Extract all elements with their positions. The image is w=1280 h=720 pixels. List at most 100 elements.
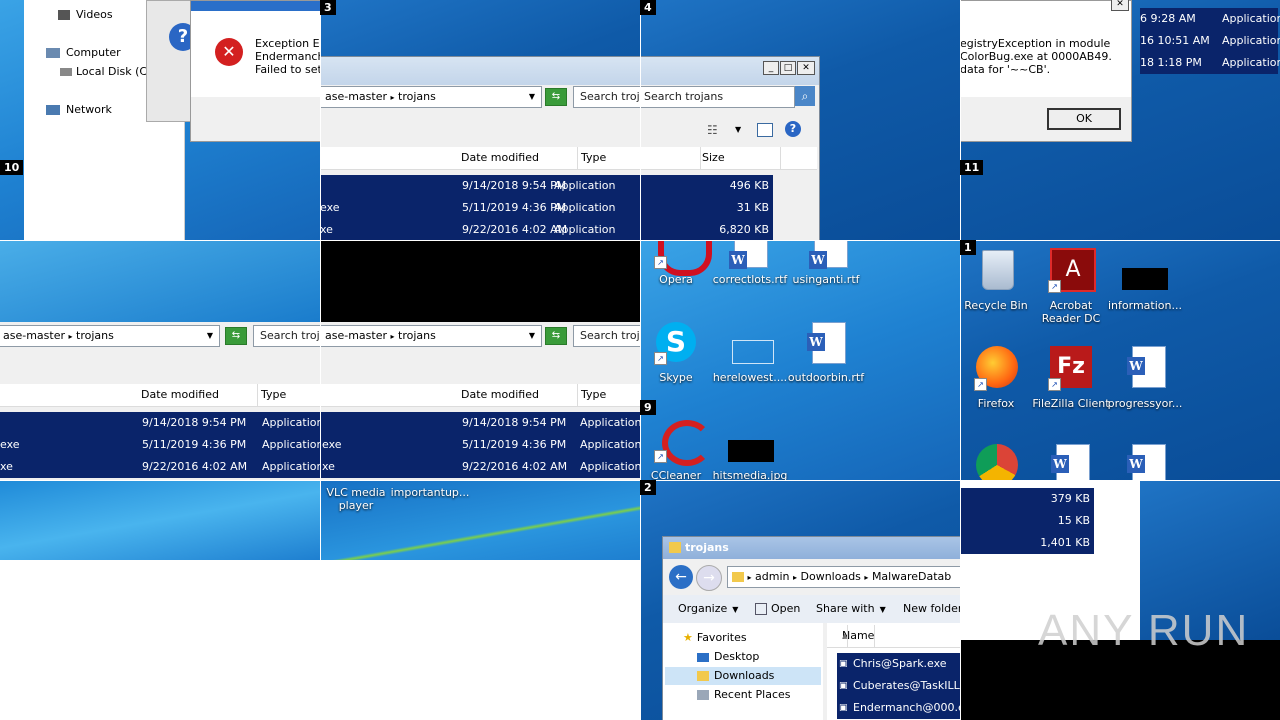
refresh-icon[interactable]: ⇆: [225, 327, 247, 345]
column-date-modified[interactable]: Date modified: [136, 384, 258, 406]
rtf-file-icon[interactable]: W: [807, 322, 846, 364]
table-row[interactable]: exe 5/11/2019 4:36 PM Application: [0, 434, 320, 456]
column-type[interactable]: Type: [576, 384, 640, 406]
table-row[interactable]: 9/14/2018 9:54 PM Application: [320, 412, 640, 434]
chevron-down-icon[interactable]: ▼: [529, 326, 535, 346]
nav-recent-places[interactable]: Recent Places: [697, 688, 791, 701]
desktop-icon-label[interactable]: VLC media player: [320, 486, 396, 512]
table-row[interactable]: 18 1:18 PM Application: [1140, 52, 1280, 74]
table-row[interactable]: 31 KB: [640, 197, 773, 219]
table-row[interactable]: 379 KB: [960, 488, 1094, 510]
refresh-icon[interactable]: ⇆: [545, 88, 567, 106]
tile-number: 11: [960, 160, 984, 175]
nav-item-network[interactable]: Network: [46, 103, 112, 116]
desktop-icon-label[interactable]: Skype: [640, 371, 716, 384]
close-button[interactable]: ✕: [1111, 0, 1129, 11]
chrome-icon[interactable]: [976, 444, 1018, 480]
error-text-line1: Exception ER: [255, 37, 320, 50]
column-date-modified[interactable]: Date modified: [456, 384, 578, 406]
help-icon[interactable]: ?: [785, 121, 801, 137]
table-row[interactable]: ▣ Endermanch@000.e: [837, 697, 960, 719]
view-options-icon[interactable]: ☷: [707, 123, 718, 137]
window-title: trojans: [685, 541, 729, 554]
close-button[interactable]: ✕: [797, 61, 815, 75]
table-row[interactable]: 6,820 KB: [640, 219, 773, 240]
search-icon[interactable]: ⌕: [795, 86, 815, 106]
table-row[interactable]: 1,401 KB: [960, 532, 1094, 554]
table-row[interactable]: exe 5/11/2019 4:36 PM Application: [320, 434, 640, 456]
desktop-icon-label[interactable]: importantup...: [390, 486, 470, 499]
desktop-icon-label[interactable]: information...: [1105, 299, 1185, 312]
address-bar[interactable]: ase-master ▸ trojans ▼: [320, 86, 542, 108]
search-input[interactable]: Search troja: [253, 325, 320, 347]
desktop-icon-label[interactable]: Recycle Bin: [960, 299, 1036, 312]
desktop-icon-label[interactable]: progressyor...: [1105, 397, 1185, 410]
forward-icon[interactable]: →: [696, 565, 722, 591]
column-name[interactable]: Name ▲: [827, 625, 960, 647]
share-with-button[interactable]: Share with ▼: [816, 602, 886, 615]
nav-item-videos[interactable]: Videos: [58, 8, 113, 21]
nav-desktop[interactable]: Desktop: [697, 650, 759, 663]
ok-button[interactable]: OK: [1047, 108, 1121, 130]
recycle-bin-icon[interactable]: [982, 250, 1014, 290]
nav-item-computer[interactable]: Computer: [46, 46, 121, 59]
blank-file-icon[interactable]: [732, 340, 774, 364]
column-type[interactable]: Type: [256, 384, 320, 406]
image-file-thumbnail[interactable]: [728, 440, 774, 462]
ccleaner-icon[interactable]: [662, 420, 712, 466]
table-row[interactable]: xe 9/22/2016 4:02 AM Application: [320, 219, 640, 240]
search-input[interactable]: Search trojans: [573, 86, 640, 108]
organize-button[interactable]: Organize ▼: [678, 602, 738, 615]
preview-pane-icon[interactable]: [757, 123, 773, 137]
desktop-icon-label[interactable]: herelowest....: [710, 371, 790, 384]
desktop-icon-label[interactable]: correctlots.rtf: [710, 273, 790, 286]
file-thumbnail[interactable]: [1122, 268, 1168, 290]
desktop-icon-label[interactable]: hitsmedia.jpg: [710, 469, 790, 480]
table-row[interactable]: xe 9/22/2016 4:02 AM Application: [320, 456, 640, 478]
back-icon[interactable]: ←: [669, 565, 693, 589]
table-row[interactable]: ▣ Cuberates@TaskILL: [837, 675, 960, 697]
column-size[interactable]: Size: [697, 147, 781, 169]
address-bar[interactable]: ▸ admin ▸ Downloads ▸ MalwareDatab: [727, 566, 960, 588]
desktop-icon-label[interactable]: Acrobat Reader DC: [1031, 299, 1111, 325]
rtf-file-icon[interactable]: W: [809, 240, 848, 269]
nav-item-local-disk[interactable]: Local Disk (C:): [60, 65, 155, 78]
search-input[interactable]: Search trojans: [640, 86, 795, 108]
table-row[interactable]: 15 KB: [960, 510, 1094, 532]
new-folder-button[interactable]: New folder: [903, 602, 960, 615]
desktop-icon-label[interactable]: Firefox: [960, 397, 1036, 410]
desktop-icon-label[interactable]: CCleaner: [640, 469, 716, 480]
desktop-icon-label[interactable]: outdoorbin.rtf: [786, 371, 866, 384]
desktop-icon-label[interactable]: usinganti.rtf: [786, 273, 866, 286]
word-file-icon[interactable]: W: [1127, 346, 1166, 388]
table-row[interactable]: 16 10:51 AM Application: [1140, 30, 1280, 52]
address-bar[interactable]: ase-master ▸ trojans ▼: [320, 325, 542, 347]
table-row[interactable]: 9/14/2018 9:54 PM Application: [320, 175, 640, 197]
word-file-icon[interactable]: W: [1127, 444, 1166, 480]
maximize-button[interactable]: □: [780, 61, 796, 75]
chevron-down-icon[interactable]: ▼: [529, 87, 535, 107]
star-icon: ★: [683, 631, 693, 644]
search-input[interactable]: Search troja: [573, 325, 640, 347]
nav-favorites[interactable]: ★ Favorites: [683, 631, 747, 644]
table-row[interactable]: ▣ Chris@Spark.exe: [837, 653, 960, 675]
open-button[interactable]: Open: [755, 602, 800, 615]
address-bar[interactable]: ase-master ▸ trojans ▼: [0, 325, 220, 347]
refresh-icon[interactable]: ⇆: [545, 327, 567, 345]
table-row[interactable]: 9/14/2018 9:54 PM Application: [0, 412, 320, 434]
column-type[interactable]: Type: [576, 147, 640, 169]
chevron-down-icon[interactable]: ▼: [735, 125, 741, 134]
column-header-row: Name ▲: [827, 625, 960, 648]
desktop-icon-label[interactable]: FileZilla Client: [1031, 397, 1111, 410]
table-row[interactable]: 496 KB: [640, 175, 773, 197]
chevron-down-icon[interactable]: ▼: [207, 326, 213, 346]
minimize-button[interactable]: _: [763, 61, 779, 75]
rtf-file-icon[interactable]: W: [729, 240, 768, 269]
column-date-modified[interactable]: Date modified: [456, 147, 578, 169]
table-row[interactable]: 6 9:28 AM Application: [1140, 8, 1280, 30]
table-row[interactable]: exe 5/11/2019 4:36 PM Application: [320, 197, 640, 219]
nav-downloads[interactable]: Downloads: [665, 667, 821, 685]
table-row[interactable]: xe 9/22/2016 4:02 AM Application: [0, 456, 320, 478]
desktop-icon-label[interactable]: Opera: [640, 273, 716, 286]
word-file-icon[interactable]: W: [1051, 444, 1090, 480]
